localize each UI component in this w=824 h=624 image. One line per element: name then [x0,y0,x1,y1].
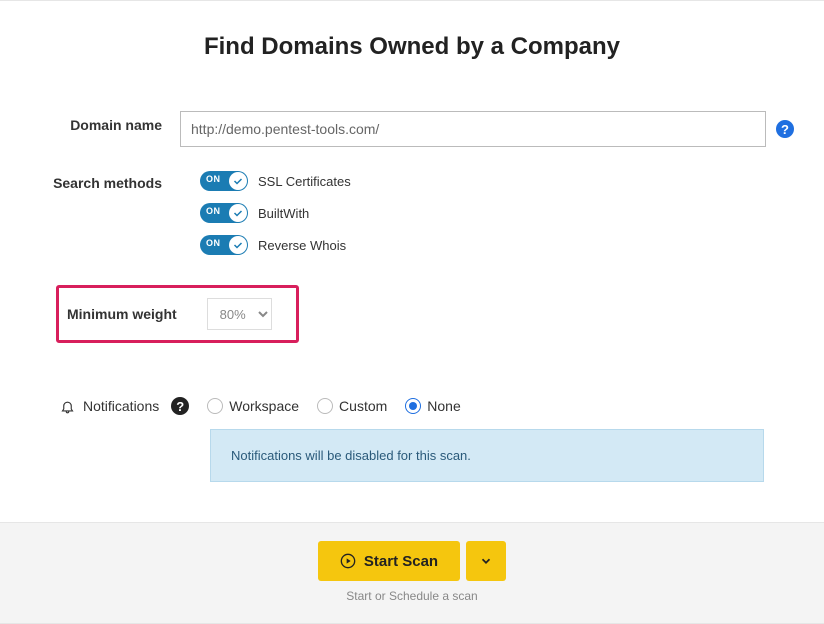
minimum-weight-label: Minimum weight [67,306,177,322]
toggle-on-text: ON [206,238,221,248]
radio-custom[interactable]: Custom [317,398,387,414]
radio-workspace[interactable]: Workspace [207,398,299,414]
check-icon [229,172,247,190]
notifications-info: Notifications will be disabled for this … [210,429,764,482]
notifications-label: Notifications [83,398,159,414]
toggle-on-text: ON [206,206,221,216]
check-icon [229,236,247,254]
radio-workspace-label: Workspace [229,398,299,414]
radio-icon [317,398,333,414]
help-icon[interactable]: ? [776,120,794,138]
start-scan-button[interactable]: Start Scan [318,541,460,581]
search-methods-label: Search methods [30,169,180,191]
page-title: Find Domains Owned by a Company [30,33,794,61]
toggle-whois-label: Reverse Whois [258,238,346,253]
help-icon[interactable]: ? [171,397,189,415]
check-icon [229,204,247,222]
radio-icon [405,398,421,414]
domain-name-input[interactable] [180,111,766,147]
chevron-down-icon [479,554,493,568]
play-icon [340,553,356,569]
radio-none-label: None [427,398,460,414]
toggle-builtwith-label: BuiltWith [258,206,309,221]
minimum-weight-select[interactable]: 80% [207,298,272,330]
toggle-ssl-label: SSL Certificates [258,174,351,189]
radio-none[interactable]: None [405,398,460,414]
toggle-reverse-whois[interactable]: ON [200,235,248,255]
minimum-weight-highlight: Minimum weight 80% [56,285,299,343]
domain-name-label: Domain name [30,111,180,133]
bell-icon [60,399,75,414]
toggle-ssl-certificates[interactable]: ON [200,171,248,191]
toggle-builtwith[interactable]: ON [200,203,248,223]
toggle-on-text: ON [206,174,221,184]
footer-hint: Start or Schedule a scan [0,589,824,603]
radio-icon [207,398,223,414]
start-scan-dropdown-button[interactable] [466,541,506,581]
radio-custom-label: Custom [339,398,387,414]
start-scan-label: Start Scan [364,553,438,570]
